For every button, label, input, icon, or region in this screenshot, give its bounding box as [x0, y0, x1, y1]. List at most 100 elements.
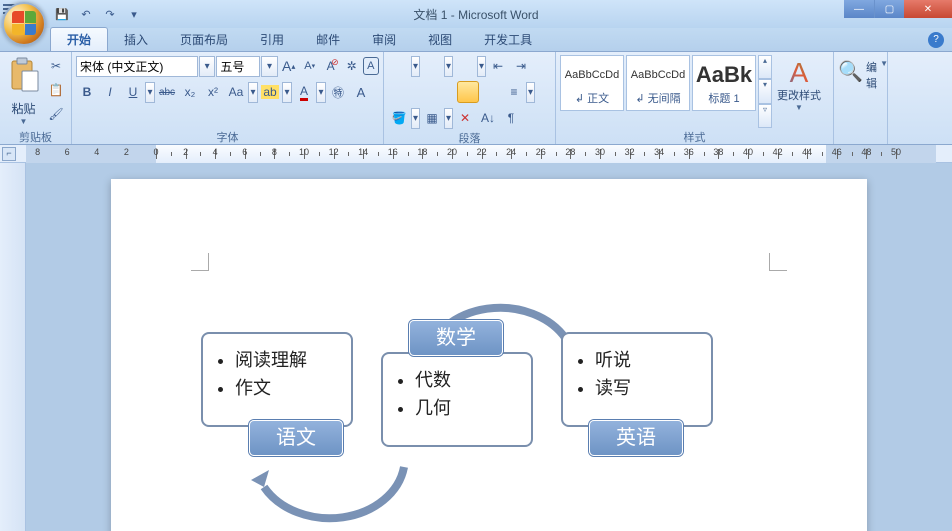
paste-label[interactable]: 粘贴 — [4, 100, 43, 117]
smartart-label-1[interactable]: 语文 — [249, 420, 343, 456]
font-color-dropdown-icon[interactable]: ▾ — [316, 82, 326, 103]
align-right-button[interactable] — [434, 81, 456, 103]
change-case-button[interactable]: Aa — [225, 81, 247, 103]
ruler-corner[interactable]: ⌐ — [2, 147, 16, 161]
underline-button[interactable]: U — [122, 81, 144, 103]
font-name-combo[interactable] — [76, 56, 198, 77]
card-item: 听说 — [595, 346, 699, 372]
copy-icon[interactable]: 📋 — [45, 79, 67, 101]
undo-icon[interactable]: ↶ — [76, 4, 96, 24]
close-button[interactable]: ✕ — [904, 0, 952, 18]
enclosed-char-icon[interactable]: ㊕ — [327, 81, 349, 103]
shading-dropdown-icon[interactable]: ▾ — [411, 108, 420, 129]
font-group-label: 字体 — [76, 128, 379, 144]
editing-label[interactable]: 编辑 — [865, 59, 878, 128]
strikethrough-button[interactable]: abc — [156, 81, 178, 103]
tab-review[interactable]: 审阅 — [356, 28, 412, 51]
style-normal[interactable]: AaBbCcDd ↲ 正文 — [560, 55, 624, 111]
tab-home[interactable]: 开始 — [50, 27, 108, 51]
redo-icon[interactable]: ↷ — [100, 4, 120, 24]
tab-insert[interactable]: 插入 — [108, 28, 164, 51]
text-direction-icon[interactable]: ✕ — [454, 107, 476, 129]
clear-format-icon[interactable]: A⊘ — [321, 55, 341, 77]
smartart-label-3[interactable]: 英语 — [589, 420, 683, 456]
tab-mailings[interactable]: 邮件 — [300, 28, 356, 51]
office-button[interactable] — [2, 2, 46, 46]
window-controls: — ▢ ✕ — [844, 0, 952, 18]
smartart-label-2[interactable]: 数学 — [409, 320, 503, 356]
multilevel-button[interactable] — [454, 55, 476, 77]
group-clipboard: 粘贴 ▼ ✂ 📋 🖌 剪贴板 — [0, 52, 72, 144]
bold-button[interactable]: B — [76, 81, 98, 103]
multilevel-dropdown-icon[interactable]: ▾ — [477, 56, 486, 77]
subscript-button[interactable]: x₂ — [179, 81, 201, 103]
gallery-down-icon[interactable]: ▾ — [758, 79, 772, 103]
align-left-button[interactable] — [388, 81, 410, 103]
bullets-dropdown-icon[interactable]: ▾ — [411, 56, 420, 77]
font-color-button[interactable]: A — [293, 81, 315, 103]
card-item: 作文 — [235, 374, 339, 400]
numbering-dropdown-icon[interactable]: ▾ — [444, 56, 453, 77]
tab-pagelayout[interactable]: 页面布局 — [164, 28, 244, 51]
shrink-font-icon[interactable]: A▾ — [300, 55, 320, 77]
highlight-dropdown-icon[interactable]: ▾ — [282, 82, 292, 103]
smartart-card-1[interactable]: 阅读理解 作文 — [201, 332, 353, 427]
change-styles-button[interactable]: A 更改样式 ▼ — [774, 55, 824, 128]
smartart-card-2[interactable]: 代数 几何 — [381, 352, 533, 447]
vertical-ruler[interactable] — [0, 163, 26, 531]
superscript-button[interactable]: x² — [202, 81, 224, 103]
shading-icon[interactable]: 🪣 — [388, 107, 410, 129]
crop-mark — [191, 253, 209, 271]
group-paragraph: ▾ ▾ ▾ ⇤ ⇥ ≡▾ 🪣▾ ▦▾ ✕ A↓ ¶ 段落 — [384, 52, 556, 144]
style-heading1[interactable]: AaBk 标题 1 — [692, 55, 756, 111]
format-painter-icon[interactable]: 🖌 — [45, 103, 67, 125]
bullets-button[interactable] — [388, 55, 410, 77]
phonetic-guide-icon[interactable]: ✲ — [342, 55, 362, 77]
help-icon[interactable]: ? — [928, 32, 944, 48]
char-border-icon[interactable]: A — [363, 57, 379, 75]
tab-references[interactable]: 引用 — [244, 28, 300, 51]
quick-access-toolbar: 💾 ↶ ↷ ▾ — [52, 4, 144, 24]
highlight-button[interactable]: ab — [259, 81, 281, 103]
paste-icon[interactable] — [8, 57, 40, 93]
grow-font-icon[interactable]: A▴ — [279, 55, 299, 77]
tab-view[interactable]: 视图 — [412, 28, 468, 51]
smartart-card-3[interactable]: 听说 读写 — [561, 332, 713, 427]
gallery-up-icon[interactable]: ▴ — [758, 55, 772, 79]
borders-dropdown-icon[interactable]: ▾ — [444, 108, 453, 129]
styles-group-label: 样式 — [560, 128, 829, 144]
ruler-bar: ⌐ 02468101214161820222426283032343638404… — [0, 145, 952, 163]
decrease-indent-icon[interactable]: ⇤ — [487, 55, 509, 77]
font-name-dropdown-icon[interactable]: ▾ — [199, 56, 215, 77]
gallery-more-icon[interactable]: ▿ — [758, 104, 772, 128]
sort-icon[interactable]: A↓ — [477, 107, 499, 129]
smartart-graphic[interactable]: 阅读理解 作文 语文 代数 几何 数学 听说 读 — [201, 324, 761, 524]
justify-button[interactable] — [457, 81, 479, 103]
save-icon[interactable]: 💾 — [52, 4, 72, 24]
case-dropdown-icon[interactable]: ▾ — [248, 82, 258, 103]
tab-developer[interactable]: 开发工具 — [468, 28, 548, 51]
maximize-button[interactable]: ▢ — [874, 0, 904, 18]
font-size-dropdown-icon[interactable]: ▾ — [261, 56, 277, 77]
page[interactable]: 阅读理解 作文 语文 代数 几何 数学 听说 读 — [111, 179, 867, 531]
ribbon-tabs: 开始 插入 页面布局 引用 邮件 审阅 视图 开发工具 ? — [0, 28, 952, 52]
line-spacing-icon[interactable]: ≡ — [503, 81, 525, 103]
cut-icon[interactable]: ✂ — [45, 55, 67, 77]
horizontal-ruler[interactable]: 0246810121416182022242628303234363840424… — [26, 145, 936, 163]
align-center-button[interactable] — [411, 81, 433, 103]
increase-indent-icon[interactable]: ⇥ — [510, 55, 532, 77]
spacing-dropdown-icon[interactable]: ▾ — [526, 82, 535, 103]
style-nospacing[interactable]: AaBbCcDd ↲ 无间隔 — [626, 55, 690, 111]
numbering-button[interactable] — [421, 55, 443, 77]
distributed-button[interactable] — [480, 81, 502, 103]
font-size-combo[interactable] — [216, 56, 260, 77]
borders-icon[interactable]: ▦ — [421, 107, 443, 129]
show-marks-icon[interactable]: ¶ — [500, 107, 522, 129]
underline-dropdown-icon[interactable]: ▾ — [145, 82, 155, 103]
qat-dropdown-icon[interactable]: ▾ — [124, 4, 144, 24]
char-shading-icon[interactable]: A — [350, 81, 372, 103]
minimize-button[interactable]: — — [844, 0, 874, 18]
italic-button[interactable]: I — [99, 81, 121, 103]
document-scroll[interactable]: 阅读理解 作文 语文 代数 几何 数学 听说 读 — [26, 163, 952, 531]
find-icon[interactable]: 🔍 — [838, 59, 863, 128]
